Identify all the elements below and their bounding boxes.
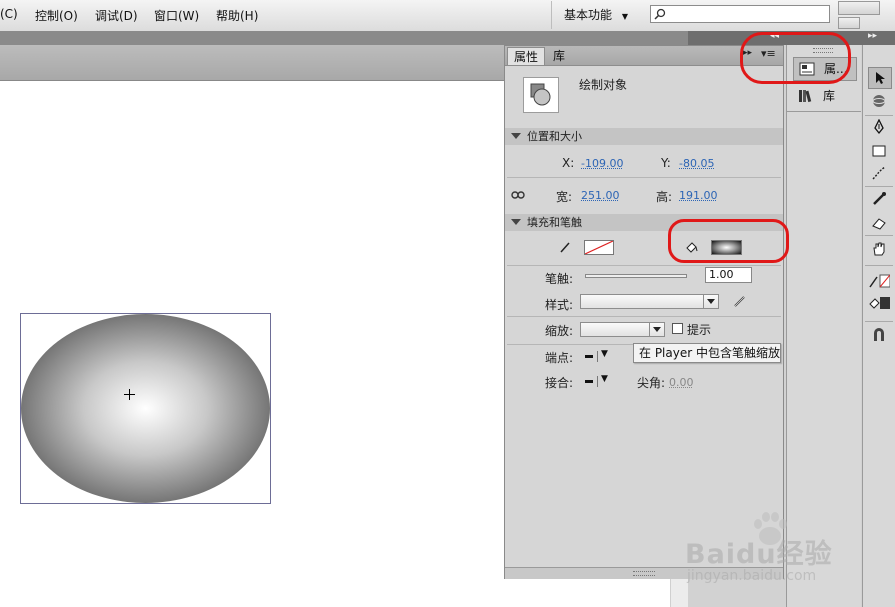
y-label: Y: — [661, 156, 671, 170]
document-tab-strip — [0, 31, 688, 45]
divider — [787, 111, 861, 112]
hand-tool-icon[interactable] — [868, 239, 890, 259]
tooltip: 在 Player 中包含笔触缩放 — [633, 343, 781, 363]
hint-label: 提示 — [687, 323, 712, 337]
divider — [865, 115, 893, 116]
miter-label: 尖角: — [637, 376, 666, 390]
stroke-width-label: 笔触: — [545, 272, 574, 286]
minimize-button[interactable] — [838, 1, 880, 15]
collapsed-panel-label: 库 — [823, 89, 836, 103]
pencil-icon — [560, 242, 570, 253]
cap-label: 端点: — [545, 351, 574, 365]
divider — [507, 265, 781, 266]
divider — [865, 235, 893, 236]
fill-color-icon[interactable] — [868, 293, 890, 313]
watermark: Baidu经验 jingyan.baidu.com — [685, 510, 865, 600]
grip-icon[interactable] — [633, 571, 655, 576]
divider — [507, 177, 781, 178]
menu-item-window[interactable]: 窗口(W) — [154, 7, 199, 24]
collapse-triangle-icon — [511, 133, 521, 139]
workspace-switcher[interactable]: 基本功能 ▼ — [551, 1, 639, 29]
properties-panel: 属性 库 ▸▸ ▾≡ 绘制对象 位置和大小 X: -109.00 Y: -80.… — [504, 45, 784, 579]
menu-item-control[interactable]: 控制(O) — [35, 7, 78, 24]
selected-drawing-object[interactable] — [20, 313, 271, 504]
watermark-brand: Baidu经验 — [685, 539, 833, 570]
style-dropdown[interactable] — [580, 294, 719, 309]
gradient-ellipse[interactable] — [21, 314, 270, 503]
menu-item-help[interactable]: 帮助(H) — [216, 7, 258, 24]
bone-tool-icon[interactable] — [868, 189, 890, 209]
deco-tool-icon[interactable] — [868, 163, 890, 183]
divider — [865, 321, 893, 322]
scale-label: 缩放: — [545, 324, 574, 338]
chevron-down-icon: ▼ — [601, 349, 608, 359]
annotation-circle-panel — [740, 32, 851, 84]
object-type-label: 绘制对象 — [579, 78, 628, 92]
cap-dropdown[interactable]: ▼ — [585, 349, 615, 363]
chevron-down-icon: ▼ — [601, 374, 608, 384]
width-value[interactable]: 251.00 — [581, 189, 620, 202]
collapse-triangle-icon — [511, 219, 521, 225]
section-header-position-size[interactable]: 位置和大小 — [505, 128, 783, 145]
height-value[interactable]: 191.00 — [679, 189, 718, 202]
workspace-label: 基本功能 — [564, 8, 613, 22]
x-label: X: — [562, 156, 575, 170]
width-label: 宽: — [556, 190, 573, 204]
menu-item-debug[interactable]: 调试(D) — [95, 7, 138, 24]
tools-panel — [862, 45, 895, 607]
menu-bar: (C) 控制(O) 调试(D) 窗口(W) 帮助(H) 基本功能 ▼ — [0, 0, 895, 32]
selection-tool-icon[interactable] — [868, 67, 892, 89]
pen-tool-icon[interactable] — [868, 117, 890, 137]
registration-point-icon — [124, 389, 135, 400]
annotation-circle-fill — [668, 219, 789, 263]
chevron-down-icon: ▼ — [621, 12, 628, 21]
drawing-object-icon — [523, 77, 559, 113]
library-icon — [799, 90, 812, 103]
style-label: 样式: — [545, 298, 574, 312]
snap-magnet-icon[interactable] — [868, 325, 890, 345]
window-button[interactable] — [838, 17, 860, 29]
menu-item-partial[interactable]: (C) — [0, 7, 18, 21]
stroke-width-slider[interactable] — [585, 274, 687, 278]
join-label: 接合: — [545, 376, 574, 390]
watermark-url: jingyan.baidu.com — [687, 568, 817, 584]
stroke-color-icon[interactable] — [868, 271, 890, 291]
rectangle-tool-icon[interactable] — [868, 141, 890, 161]
hint-checkbox[interactable] — [672, 323, 683, 334]
edit-stroke-style-icon[interactable] — [733, 294, 747, 308]
expand-arrows-icon[interactable]: ▸▸ — [868, 31, 877, 41]
stroke-color-swatch[interactable] — [584, 240, 614, 255]
search-icon — [654, 8, 666, 20]
height-label: 高: — [656, 190, 673, 204]
join-dropdown[interactable]: ▼ — [585, 374, 615, 388]
lock-proportions-icon[interactable] — [511, 190, 525, 200]
y-value[interactable]: -80.05 — [679, 157, 714, 170]
divider — [865, 265, 893, 266]
stroke-width-input[interactable]: 1.00 — [705, 267, 752, 283]
search-input[interactable] — [650, 5, 830, 23]
miter-value[interactable]: 0.00 — [669, 376, 694, 389]
eraser-tool-icon[interactable] — [868, 213, 890, 233]
divider — [507, 316, 781, 317]
divider — [865, 186, 893, 187]
tab-library[interactable]: 库 — [547, 47, 571, 65]
collapsed-panel-library[interactable]: 库 — [793, 85, 855, 107]
scale-dropdown[interactable] — [580, 322, 665, 337]
3d-rotation-tool-icon[interactable] — [868, 91, 890, 111]
tab-properties[interactable]: 属性 — [507, 47, 546, 65]
x-value[interactable]: -109.00 — [581, 157, 623, 170]
